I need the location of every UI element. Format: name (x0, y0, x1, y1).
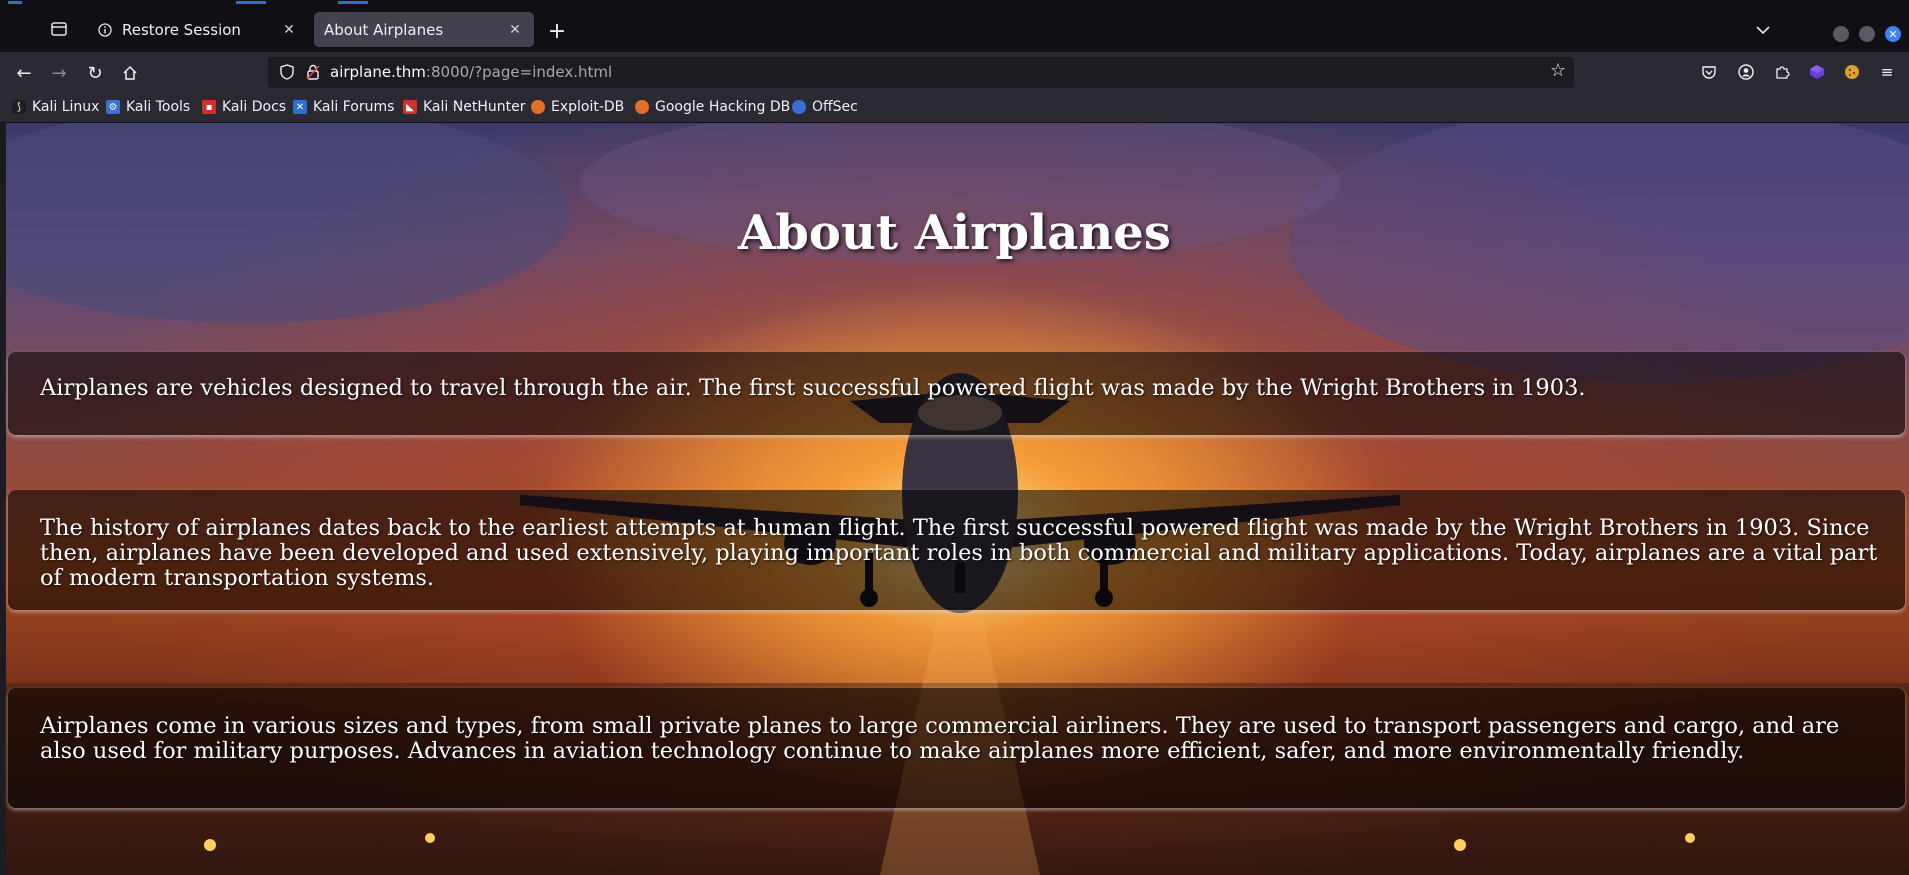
menu-button[interactable]: ≡ (1876, 61, 1898, 83)
ghdb-icon (635, 100, 649, 114)
activity-indicator (8, 1, 22, 4)
nethunter-icon: ◣ (403, 100, 417, 114)
kali-dragon-icon: ⟆ (12, 100, 26, 114)
info-card: Airplanes are vehicles designed to trave… (8, 352, 1905, 435)
extension-cookie-button[interactable] (1841, 61, 1863, 83)
url-text[interactable]: airplane.thm:8000/?page=index.html (330, 63, 612, 81)
firefox-view-icon (51, 22, 67, 36)
account-icon (1738, 64, 1754, 80)
insecure-lock-icon[interactable] (304, 63, 322, 81)
extension-purple-button[interactable] (1806, 61, 1828, 83)
page-content: About Airplanes Airplanes are vehicles d… (0, 123, 1909, 875)
tab-about-airplanes[interactable]: About Airplanes ✕ (314, 12, 534, 47)
pocket-button[interactable] (1698, 61, 1720, 83)
home-button[interactable] (117, 60, 143, 86)
bookmark-label: Google Hacking DB (655, 99, 791, 115)
navigation-bar: ← → ↻ airplane.thm:8000/?page=index.html… (0, 52, 1909, 93)
info-card: Airplanes come in various sizes and type… (8, 688, 1905, 808)
hamburger-menu-icon: ≡ (1880, 63, 1894, 81)
forward-button[interactable]: → (46, 60, 72, 86)
bookmark-label: OffSec (812, 99, 858, 115)
paragraph: Airplanes are vehicles designed to trave… (40, 375, 1586, 401)
bookmark-kali-forums[interactable]: ✕ Kali Forums (293, 99, 394, 115)
pocket-icon (1702, 66, 1716, 79)
bookmark-label: Kali Linux (32, 99, 100, 115)
plus-icon: + (547, 18, 567, 44)
puzzle-icon (1776, 66, 1790, 79)
extensions-button[interactable] (1771, 61, 1793, 83)
back-button[interactable]: ← (11, 60, 37, 86)
paragraph: The history of airplanes dates back to t… (40, 515, 1878, 591)
account-button[interactable] (1735, 61, 1757, 83)
chevron-down-icon (1756, 25, 1770, 34)
bookmark-google-hacking-db[interactable]: Google Hacking DB (635, 99, 790, 115)
list-all-tabs-button[interactable] (1751, 20, 1775, 40)
maximize-button[interactable] (1859, 26, 1875, 42)
bookmarks-toolbar: ⟆ Kali Linux ⚙ Kali Tools ▪ Kali Docs ✕ Kali… (0, 93, 1909, 123)
arrow-left-icon: ← (16, 62, 32, 84)
url-bar[interactable]: airplane.thm:8000/?page=index.html ☆ (268, 57, 1574, 88)
bookmark-label: Kali NetHunter (423, 99, 526, 115)
bookmark-kali-linux[interactable]: ⟆ Kali Linux (12, 99, 99, 115)
cookie-icon (1845, 65, 1859, 79)
tab-restore-session[interactable]: Restore Session ✕ (86, 12, 308, 47)
bookmark-label: Kali Forums (313, 99, 395, 115)
bookmark-label: Exploit-DB (551, 99, 625, 115)
close-window-button[interactable]: ✕ (1885, 26, 1901, 42)
kali-tools-icon: ⚙ (106, 100, 120, 114)
kali-forums-icon: ✕ (293, 100, 307, 114)
info-icon (96, 21, 114, 39)
firefox-view-button[interactable] (44, 15, 74, 43)
kali-docs-icon: ▪ (202, 100, 216, 114)
url-path: :8000/?page=index.html (425, 63, 613, 81)
paragraph: Airplanes come in various sizes and type… (40, 713, 1840, 764)
close-icon[interactable]: ✕ (506, 21, 524, 39)
info-card: The history of airplanes dates back to t… (8, 490, 1905, 610)
tab-label: Restore Session (122, 20, 241, 39)
activity-indicator (236, 1, 266, 4)
new-tab-button[interactable]: + (545, 18, 569, 44)
reload-icon: ↻ (87, 62, 103, 84)
minimize-button[interactable] (1833, 26, 1849, 42)
tab-bar: Restore Session ✕ About Airplanes ✕ + ✕ (0, 6, 1909, 52)
bookmark-label: Kali Docs (222, 99, 287, 115)
arrow-right-icon: → (51, 62, 67, 84)
exploit-db-icon (531, 100, 545, 114)
close-icon: ✕ (1888, 27, 1898, 41)
bookmark-offsec[interactable]: OffSec (792, 99, 858, 115)
tab-label: About Airplanes (324, 20, 444, 39)
offsec-icon (792, 100, 806, 114)
activity-indicator (338, 1, 368, 4)
url-host: airplane.thm (330, 63, 426, 81)
page-title: About Airplanes (738, 205, 1171, 261)
bookmark-kali-tools[interactable]: ⚙ Kali Tools (106, 99, 190, 115)
extension-cube-icon (1810, 65, 1824, 79)
tracking-shield-icon[interactable] (278, 63, 296, 81)
close-icon[interactable]: ✕ (280, 21, 298, 39)
bookmark-label: Kali Tools (126, 99, 191, 115)
bookmark-exploit-db[interactable]: Exploit-DB (531, 99, 624, 115)
bookmark-kali-nethunter[interactable]: ◣ Kali NetHunter (403, 99, 525, 115)
bookmark-kali-docs[interactable]: ▪ Kali Docs (202, 99, 286, 115)
reload-button[interactable]: ↻ (82, 60, 108, 86)
bookmark-star-icon[interactable]: ☆ (1550, 60, 1566, 81)
home-icon (123, 65, 137, 80)
